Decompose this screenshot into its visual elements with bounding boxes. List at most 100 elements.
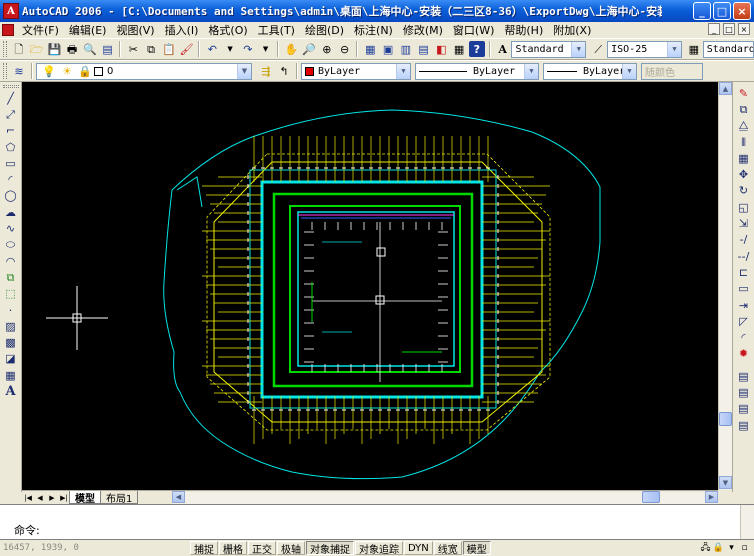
design-center-icon[interactable]: ▣ xyxy=(380,41,396,57)
scroll-up-button[interactable]: ▲ xyxy=(719,82,732,95)
undo-icon[interactable]: ↶ xyxy=(204,41,220,57)
point-icon[interactable]: · xyxy=(2,302,20,318)
cut-icon[interactable]: ✂ xyxy=(125,41,141,57)
color-select[interactable]: ByLayer ▼ xyxy=(301,62,411,80)
new-file-icon[interactable]: 🗋 xyxy=(11,41,27,57)
menu-item[interactable]: 标注(N) xyxy=(349,22,398,38)
status-toggle-button[interactable]: 捕捉 xyxy=(190,541,218,556)
status-toggle-button[interactable]: 线宽 xyxy=(433,541,462,556)
rotate-icon[interactable]: ↻ xyxy=(735,183,753,199)
tool-palettes-icon[interactable]: ▥ xyxy=(398,41,414,57)
trim-icon[interactable]: -/ xyxy=(735,232,753,248)
circle-icon[interactable]: ◯ xyxy=(2,188,20,204)
horizontal-scrollbar[interactable]: ◀ ▶ xyxy=(172,491,718,504)
menu-item[interactable]: 工具(T) xyxy=(253,22,300,38)
open-file-icon[interactable]: 🗁 xyxy=(29,41,45,57)
document-icon[interactable] xyxy=(2,24,14,36)
table-style-select[interactable]: Standard xyxy=(702,40,754,58)
menu-item[interactable]: 修改(M) xyxy=(398,22,448,38)
toolbar-grip[interactable] xyxy=(3,41,7,57)
status-toggle-button[interactable]: 极轴 xyxy=(277,541,305,556)
menu-item[interactable]: 视图(V) xyxy=(111,22,159,38)
first-tab-button[interactable]: |◀ xyxy=(22,492,34,504)
lock-toolbar-icon[interactable]: 🔒 xyxy=(713,542,724,553)
toolbar-grip[interactable] xyxy=(3,63,7,79)
layer-select[interactable]: 💡 ☀ 🔒 0 ▼ xyxy=(36,62,252,80)
previous-tab-button[interactable]: ◀ xyxy=(34,492,46,504)
layer-manager-icon[interactable]: ≋ xyxy=(11,63,27,79)
explode-icon[interactable]: ✹ xyxy=(735,346,753,362)
dropdown-arrow-icon[interactable]: ▼ xyxy=(222,41,238,57)
ellipse-arc-icon[interactable]: ◠ xyxy=(2,253,20,269)
pan-realtime-icon[interactable]: ✋ xyxy=(283,41,299,57)
layer-panel-icon[interactable]: ▤ xyxy=(735,384,753,400)
tab-model[interactable]: 模型 xyxy=(69,491,101,505)
break-icon[interactable]: ▭ xyxy=(735,281,753,297)
insert-block-icon[interactable]: ⧉ xyxy=(2,269,20,285)
stretch-icon[interactable]: ⇲ xyxy=(735,215,753,231)
menu-item[interactable]: 绘图(D) xyxy=(300,22,349,38)
properties-panel-icon[interactable]: ▤ xyxy=(735,368,753,384)
menu-item[interactable]: 编辑(E) xyxy=(64,22,112,38)
break-at-point-icon[interactable]: ⊏ xyxy=(735,264,753,280)
layer-previous-icon[interactable]: ↰ xyxy=(276,63,292,79)
autocad-app-icon[interactable]: A xyxy=(3,3,19,19)
save-icon[interactable]: 💾 xyxy=(46,41,62,57)
linetype-select[interactable]: ByLayer ▼ xyxy=(415,62,539,80)
communication-center-icon[interactable]: 🖧 xyxy=(700,542,711,553)
text-style-select[interactable]: Standard ▼ xyxy=(511,40,587,58)
plot-icon[interactable]: 🖶 xyxy=(64,41,80,57)
dimension-style-icon[interactable]: ⟋ xyxy=(590,41,606,57)
block-panel-icon[interactable]: ▤ xyxy=(735,401,753,417)
revision-cloud-icon[interactable]: ☁ xyxy=(2,204,20,220)
plot-preview-icon[interactable]: 🔍 xyxy=(82,41,98,57)
move-icon[interactable]: ✥ xyxy=(735,166,753,182)
construction-line-icon[interactable]: ⤢ xyxy=(2,106,20,122)
status-toggle-button[interactable]: 正交 xyxy=(248,541,276,556)
status-toggle-button[interactable]: DYN xyxy=(404,541,433,555)
menu-item[interactable]: 帮助(H) xyxy=(499,22,548,38)
next-tab-button[interactable]: ▶ xyxy=(46,492,58,504)
paste-icon[interactable]: 📋 xyxy=(161,41,177,57)
drawing-canvas[interactable] xyxy=(22,82,718,490)
zoom-window-icon[interactable]: ⊕ xyxy=(319,41,335,57)
maximize-button[interactable]: □ xyxy=(713,2,731,20)
dropdown-arrow-icon[interactable]: ▼ xyxy=(258,41,274,57)
markup-icon[interactable]: ◧ xyxy=(433,41,449,57)
menu-item[interactable]: 文件(F) xyxy=(17,22,64,38)
array-icon[interactable]: ▦ xyxy=(735,150,753,166)
lineweight-select[interactable]: ByLayer ▼ xyxy=(543,62,637,80)
publish-icon[interactable]: ▤ xyxy=(100,41,116,57)
menu-item[interactable]: 附加(X) xyxy=(548,22,596,38)
line-icon[interactable]: ╱ xyxy=(2,90,20,106)
status-toggle-button[interactable]: 模型 xyxy=(462,541,491,556)
scroll-right-button[interactable]: ▶ xyxy=(705,491,718,503)
command-window[interactable]: 命令: xyxy=(0,504,754,540)
dimension-style-select[interactable]: ISO-25 ▼ xyxy=(607,40,682,58)
help-icon[interactable]: ? xyxy=(468,41,485,57)
multiline-text-icon[interactable]: A xyxy=(2,383,20,399)
rectangle-icon[interactable]: ▭ xyxy=(2,155,20,171)
close-button[interactable]: × xyxy=(733,2,751,20)
minimize-button[interactable]: _ xyxy=(693,2,711,20)
status-menu-arrow-icon[interactable]: ▾ xyxy=(726,542,737,553)
toolbar-grip[interactable] xyxy=(2,85,19,88)
text-style-icon[interactable]: A xyxy=(495,41,511,57)
make-block-icon[interactable]: ⬚ xyxy=(2,286,20,302)
properties-icon[interactable]: ▦ xyxy=(362,41,378,57)
menu-item[interactable]: 格式(O) xyxy=(203,22,252,38)
scroll-left-button[interactable]: ◀ xyxy=(172,491,185,503)
chamfer-icon[interactable]: ◸ xyxy=(735,313,753,329)
polyline-icon[interactable]: ⌐ xyxy=(2,123,20,139)
scale-icon[interactable]: ◱ xyxy=(735,199,753,215)
zoom-previous-icon[interactable]: ⊖ xyxy=(337,41,353,57)
fillet-icon[interactable]: ◜ xyxy=(735,329,753,345)
table-icon[interactable]: ▦ xyxy=(2,367,20,383)
menu-item[interactable]: 插入(I) xyxy=(160,22,204,38)
doc-close-button[interactable]: × xyxy=(738,23,750,35)
join-icon[interactable]: ⇥ xyxy=(735,297,753,313)
erase-icon[interactable]: ✎ xyxy=(735,85,753,101)
doc-restore-button[interactable]: □ xyxy=(723,23,735,35)
clean-screen-icon[interactable]: ▫ xyxy=(739,542,750,553)
arc-icon[interactable]: ◜ xyxy=(2,171,20,187)
